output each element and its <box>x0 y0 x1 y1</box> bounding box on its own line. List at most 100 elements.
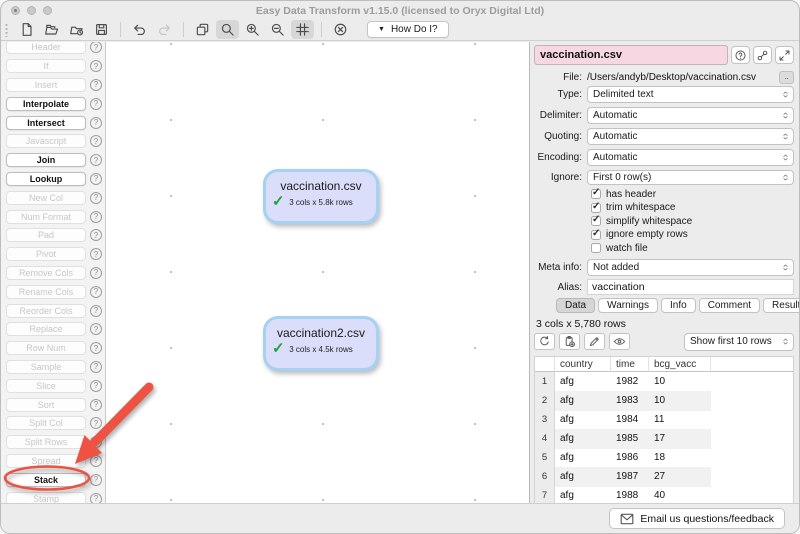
tab-warnings[interactable]: Warnings <box>598 298 658 313</box>
help-icon[interactable]: ? <box>90 98 102 110</box>
table-row[interactable]: 3 afg 1984 11 <box>535 410 793 429</box>
transform-reorder-cols-button[interactable]: Reorder Cols <box>6 304 86 318</box>
browse-file-button[interactable]: .. <box>779 71 794 84</box>
transform-remove-cols-button[interactable]: Remove Cols <box>6 266 86 280</box>
meta-info-select[interactable]: Not added <box>587 259 794 276</box>
toolbar-drag-handle-icon[interactable] <box>5 23 8 37</box>
tab-info[interactable]: Info <box>661 298 696 313</box>
help-icon[interactable]: ? <box>90 154 102 166</box>
help-icon[interactable]: ? <box>90 286 102 298</box>
column-header[interactable]: bcg_vacc <box>649 357 711 372</box>
zoom-out-button[interactable] <box>266 20 289 39</box>
help-icon[interactable]: ? <box>90 436 102 448</box>
flow-canvas[interactable]: ✓ vaccination.csv 3 cols x 5.8k rows ✓ v… <box>106 42 529 504</box>
transform-lookup-button[interactable]: Lookup <box>6 172 86 186</box>
help-icon[interactable]: ? <box>90 42 102 53</box>
new-document-button[interactable] <box>15 20 38 39</box>
help-icon[interactable]: ? <box>90 380 102 392</box>
help-icon[interactable]: ? <box>90 474 102 486</box>
expand-button[interactable] <box>775 46 794 64</box>
help-icon[interactable]: ? <box>90 267 102 279</box>
help-icon[interactable]: ? <box>90 60 102 72</box>
type-select[interactable]: Delimited text <box>587 86 794 103</box>
transform-num-format-button[interactable]: Num Format <box>6 210 86 224</box>
link-button[interactable] <box>753 46 772 64</box>
help-icon[interactable]: ? <box>90 173 102 185</box>
help-icon[interactable]: ? <box>90 417 102 429</box>
delimiter-select[interactable]: Automatic <box>587 107 794 124</box>
open-folder-button[interactable] <box>40 20 63 39</box>
search-button[interactable] <box>216 20 239 39</box>
transform-rename-cols-button[interactable]: Rename Cols <box>6 285 86 299</box>
help-icon[interactable]: ? <box>90 323 102 335</box>
watch-file-checkbox[interactable] <box>591 243 601 253</box>
help-icon[interactable]: ? <box>90 211 102 223</box>
transform-split-rows-button[interactable]: Split Rows <box>6 435 86 449</box>
transform-sample-button[interactable]: Sample <box>6 360 86 374</box>
transform-if-button[interactable]: If <box>6 59 86 73</box>
transform-intersect-button[interactable]: Intersect <box>6 116 86 130</box>
quoting-select[interactable]: Automatic <box>587 128 794 145</box>
table-row[interactable]: 6 afg 1987 27 <box>535 467 793 486</box>
show-rows-select[interactable]: Show first 10 rows <box>684 333 794 351</box>
zoom-in-button[interactable] <box>241 20 264 39</box>
dataset-node[interactable]: ✓ vaccination.csv 3 cols x 5.8k rows <box>263 169 379 224</box>
trim-whitespace-checkbox[interactable] <box>591 203 601 213</box>
tab-data[interactable]: Data <box>556 298 595 313</box>
help-icon[interactable]: ? <box>90 117 102 129</box>
transform-pivot-button[interactable]: Pivot <box>6 247 86 261</box>
help-icon[interactable]: ? <box>90 248 102 260</box>
ignore-empty-rows-checkbox[interactable] <box>591 230 601 240</box>
transform-header-button[interactable]: Header <box>6 42 86 54</box>
help-icon[interactable]: ? <box>90 455 102 467</box>
transform-javascript-button[interactable]: Javascript <box>6 134 86 148</box>
transform-sort-button[interactable]: Sort <box>6 398 86 412</box>
ignore-rows-stepper[interactable]: First 0 row(s) <box>587 170 794 185</box>
transform-insert-button[interactable]: Insert <box>6 78 86 92</box>
transform-pad-button[interactable]: Pad <box>6 228 86 242</box>
transform-split-col-button[interactable]: Split Col <box>6 416 86 430</box>
transform-interpolate-button[interactable]: Interpolate <box>6 97 86 111</box>
open-recent-button[interactable] <box>65 20 88 39</box>
edit-button[interactable] <box>584 333 605 350</box>
help-icon[interactable]: ? <box>90 229 102 241</box>
duplicate-button[interactable] <box>191 20 214 39</box>
copy-button[interactable] <box>559 333 580 350</box>
column-header[interactable]: time <box>611 357 649 372</box>
table-row[interactable]: 2 afg 1983 10 <box>535 391 793 410</box>
simplify-whitespace-checkbox[interactable] <box>591 216 601 226</box>
table-row[interactable]: 7 afg 1988 40 <box>535 486 793 504</box>
transform-slice-button[interactable]: Slice <box>6 379 86 393</box>
help-icon[interactable]: ? <box>90 399 102 411</box>
email-feedback-button[interactable]: Email us questions/feedback <box>609 508 785 529</box>
refresh-button[interactable] <box>534 333 555 350</box>
column-header[interactable]: country <box>555 357 611 372</box>
tab-results[interactable]: Results <box>763 298 800 313</box>
help-icon[interactable]: ? <box>90 305 102 317</box>
save-button[interactable] <box>90 20 113 39</box>
help-icon[interactable]: ? <box>90 361 102 373</box>
transform-join-button[interactable]: Join <box>6 153 86 167</box>
alias-input[interactable] <box>587 279 794 295</box>
transform-stack-button[interactable]: Stack <box>6 473 86 487</box>
help-button[interactable] <box>731 46 750 64</box>
preview-button[interactable] <box>609 333 630 350</box>
help-icon[interactable]: ? <box>90 135 102 147</box>
transform-replace-button[interactable]: Replace <box>6 322 86 336</box>
transform-row-num-button[interactable]: Row Num <box>6 341 86 355</box>
how-do-i-button[interactable]: ▼ How Do I? <box>367 21 449 38</box>
undo-button[interactable] <box>128 20 151 39</box>
table-row[interactable]: 1 afg 1982 10 <box>535 372 793 391</box>
transform-spread-button[interactable]: Spread <box>6 454 86 468</box>
table-row[interactable]: 5 afg 1986 18 <box>535 448 793 467</box>
table-row[interactable]: 4 afg 1985 17 <box>535 429 793 448</box>
help-icon[interactable]: ? <box>90 342 102 354</box>
dataset-node[interactable]: ✓ vaccination2.csv 3 cols x 4.5k rows <box>263 316 379 371</box>
dataset-name-input[interactable] <box>534 45 728 65</box>
help-icon[interactable]: ? <box>90 79 102 91</box>
snap-grid-button[interactable] <box>291 20 314 39</box>
tab-comment[interactable]: Comment <box>699 298 760 313</box>
redo-button[interactable] <box>153 20 176 39</box>
stepper-arrows-icon[interactable] <box>781 171 790 184</box>
has-header-checkbox[interactable] <box>591 189 601 199</box>
